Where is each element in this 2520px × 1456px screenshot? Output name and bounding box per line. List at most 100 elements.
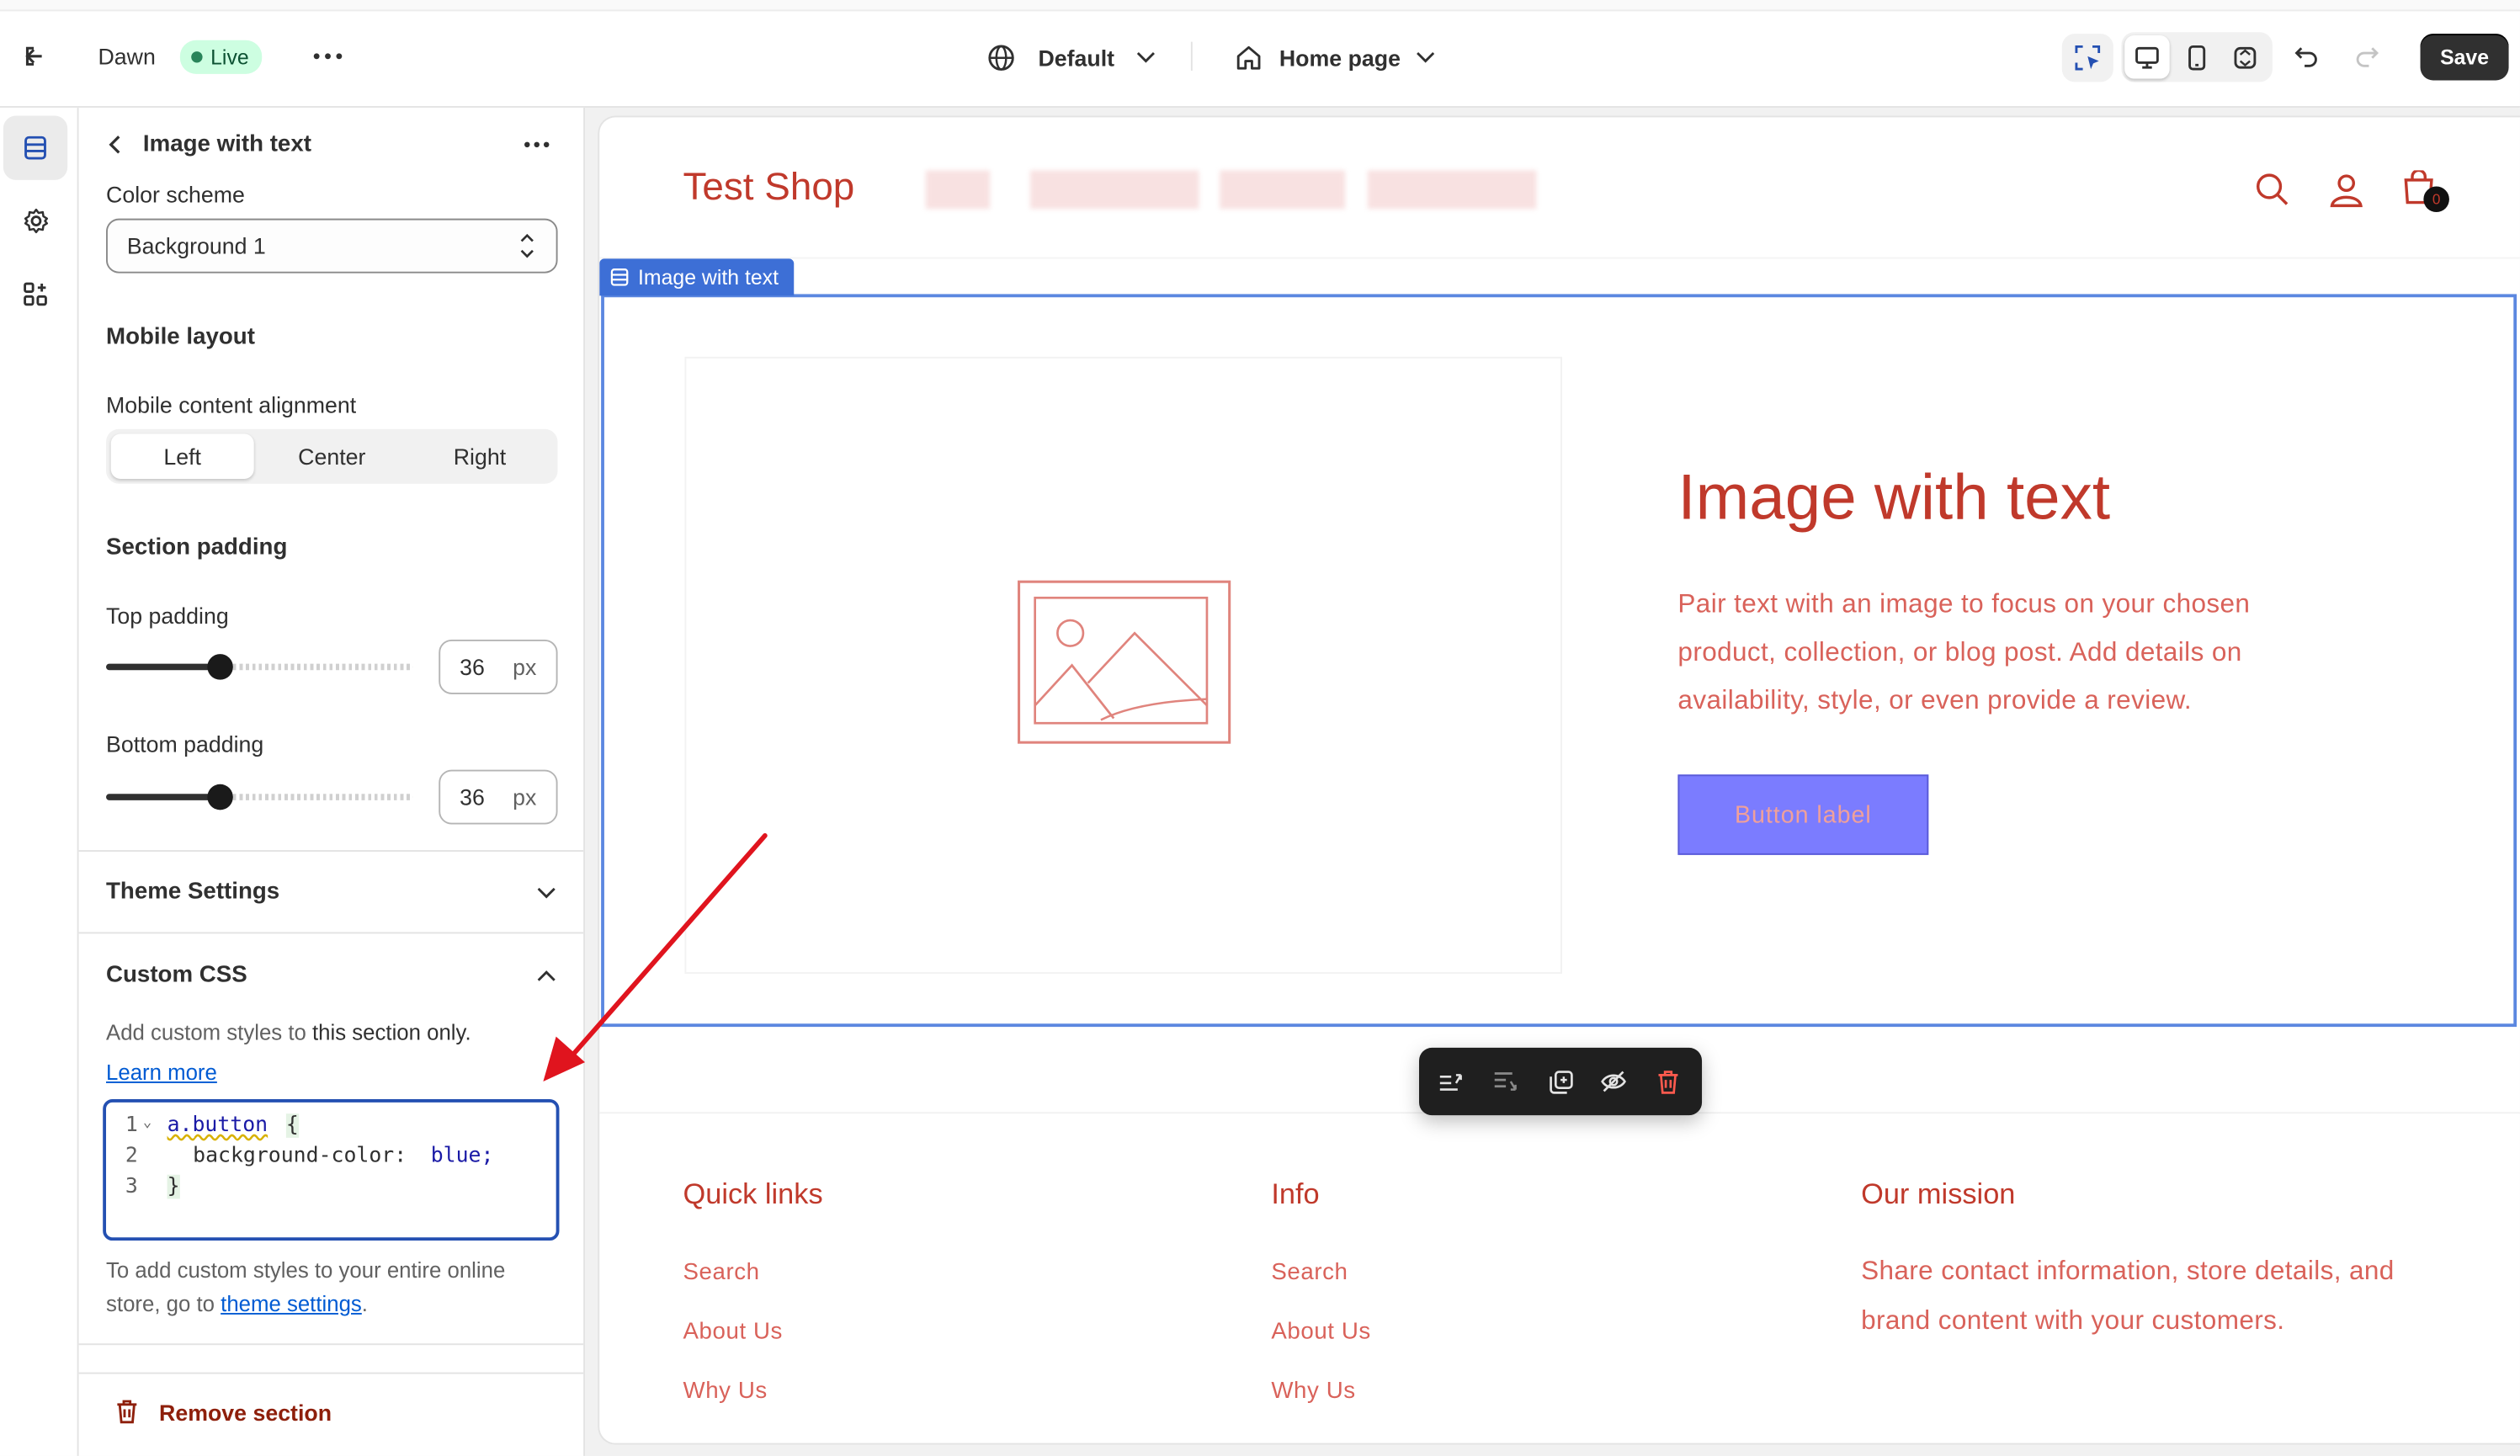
remove-section-label: Remove section — [159, 1399, 332, 1425]
code-brace: } — [167, 1174, 180, 1199]
settings-gear-icon[interactable] — [3, 191, 67, 249]
footer-link-why[interactable]: Why Us — [683, 1379, 767, 1405]
slider-thumb[interactable] — [207, 784, 233, 810]
store-preview: Test Shop 0 Image with text Image with t… — [599, 117, 2520, 1443]
shop-name[interactable]: Test Shop — [683, 166, 854, 210]
custom-css-code-editor[interactable]: 1 ⌄ a.button { 2 background-color: blue;… — [103, 1099, 560, 1241]
image-placeholder[interactable] — [684, 356, 1562, 975]
bottom-padding-value: 36 — [460, 784, 485, 810]
fold-chevron-icon[interactable]: ⌄ — [143, 1115, 152, 1131]
line-number: 3 — [125, 1174, 138, 1199]
exit-icon[interactable] — [19, 40, 55, 72]
bottom-padding-slider[interactable] — [106, 781, 413, 813]
section-heading: Image with text — [1677, 462, 2111, 534]
color-scheme-label: Color scheme — [106, 181, 245, 208]
panel-title: Image with text — [142, 131, 311, 158]
fullscreen-view-icon[interactable] — [2223, 35, 2267, 79]
bottom-padding-label: Bottom padding — [106, 731, 264, 757]
inspector-icon[interactable] — [2061, 34, 2113, 82]
top-padding-input[interactable]: 36 px — [439, 639, 558, 694]
divider — [78, 1343, 584, 1346]
mobile-alignment-label: Mobile content alignment — [106, 391, 357, 418]
footer-link-search[interactable]: Search — [1271, 1260, 1348, 1286]
cart-count-badge: 0 — [2423, 186, 2449, 213]
alignment-right-option[interactable]: Right — [408, 434, 551, 479]
home-icon — [1236, 45, 1261, 70]
top-padding-unit: px — [513, 654, 537, 680]
color-scheme-select[interactable]: Background 1 — [106, 218, 558, 274]
footer-info-heading: Info — [1271, 1177, 1320, 1210]
language-selector-label: Default — [1038, 45, 1115, 72]
footer-link-about[interactable]: About Us — [1271, 1320, 1370, 1346]
apps-icon[interactable] — [3, 265, 67, 323]
move-down-icon[interactable] — [1490, 1065, 1522, 1097]
learn-more-link[interactable]: Learn more — [106, 1060, 217, 1085]
section-floating-toolbar — [1419, 1047, 1703, 1116]
section-tag: Image with text — [599, 258, 795, 296]
search-icon[interactable] — [2253, 170, 2292, 209]
desktop-view-icon[interactable] — [2124, 35, 2170, 79]
custom-css-accordion[interactable]: Custom CSS — [79, 933, 584, 1013]
footer-link-about[interactable]: About Us — [683, 1320, 782, 1346]
ellipsis-icon[interactable] — [309, 40, 348, 72]
code-property: background-color: — [193, 1144, 407, 1169]
undo-icon[interactable] — [2289, 39, 2324, 74]
account-icon[interactable] — [2327, 170, 2366, 209]
body-line: Pair text with an image to focus on your… — [1677, 589, 2251, 619]
chevron-down-icon — [1137, 51, 1156, 63]
line-number: 1 — [125, 1113, 138, 1138]
slider-thumb[interactable] — [207, 654, 233, 680]
code-line-2: 2 background-color: blue; — [106, 1144, 550, 1176]
slider-fill — [106, 663, 221, 671]
globe-icon — [988, 45, 1014, 71]
duplicate-icon[interactable] — [1544, 1065, 1576, 1097]
top-padding-label: Top padding — [106, 603, 229, 629]
section-padding-heading: Section padding — [106, 534, 288, 561]
section-icon — [610, 268, 629, 286]
footer-mission-text: Share contact information, store details… — [1861, 1247, 2395, 1347]
blurred-nav-item[interactable] — [925, 170, 991, 210]
divider — [78, 1372, 584, 1374]
bottom-padding-input[interactable]: 36 px — [439, 769, 558, 825]
move-up-icon[interactable] — [1435, 1065, 1467, 1097]
editor-topbar: Dawn Live Default Home page Save — [0, 0, 2520, 108]
page-selector[interactable]: Home page — [1234, 39, 1436, 77]
panel-more-icon[interactable] — [518, 130, 556, 159]
alignment-center-option[interactable]: Center — [260, 434, 403, 479]
language-selector[interactable]: Default — [986, 39, 1156, 77]
footer-link-search[interactable]: Search — [683, 1260, 759, 1286]
cta-button[interactable]: Button label — [1677, 774, 1929, 855]
theme-settings-accordion[interactable]: Theme Settings — [79, 852, 584, 932]
alignment-left-option[interactable]: Left — [110, 433, 254, 480]
mobile-view-icon[interactable] — [2174, 35, 2219, 79]
theme-settings-link[interactable]: theme settings — [221, 1292, 362, 1316]
blurred-nav-item[interactable] — [1367, 170, 1537, 210]
cart-icon[interactable]: 0 — [2401, 168, 2449, 215]
live-dot-icon — [191, 51, 203, 63]
sections-icon[interactable] — [3, 115, 68, 180]
slider-track — [220, 794, 413, 800]
footer-link-why[interactable]: Why Us — [1271, 1379, 1355, 1405]
custom-css-description: Add custom styles to this section only. — [106, 1020, 564, 1044]
redo-icon[interactable] — [2350, 39, 2385, 74]
top-padding-slider[interactable] — [106, 651, 413, 683]
back-arrow-icon[interactable] — [101, 130, 127, 159]
chevron-down-icon — [537, 887, 556, 899]
save-button[interactable]: Save — [2420, 34, 2509, 81]
footer-mission-heading: Our mission — [1861, 1177, 2016, 1210]
mission-line: Share contact information, store details… — [1861, 1257, 2395, 1286]
chevron-up-icon — [537, 970, 556, 981]
footer-quick-links-heading: Quick links — [683, 1177, 823, 1210]
delete-trash-icon[interactable] — [1652, 1065, 1684, 1097]
blurred-nav-item[interactable] — [1029, 170, 1199, 210]
remove-section-button[interactable]: Remove section — [114, 1398, 332, 1425]
code-line-3: 3 } — [106, 1174, 550, 1207]
hide-eye-icon[interactable] — [1598, 1065, 1629, 1097]
top-strip — [0, 0, 2520, 12]
theme-name: Dawn — [98, 43, 156, 70]
topbar-divider — [1190, 41, 1193, 72]
code-value: blue; — [430, 1144, 494, 1169]
code-selector: a.button — [167, 1113, 268, 1138]
viewport-toggle-group — [2121, 32, 2273, 82]
blurred-nav-item[interactable] — [1220, 170, 1346, 210]
